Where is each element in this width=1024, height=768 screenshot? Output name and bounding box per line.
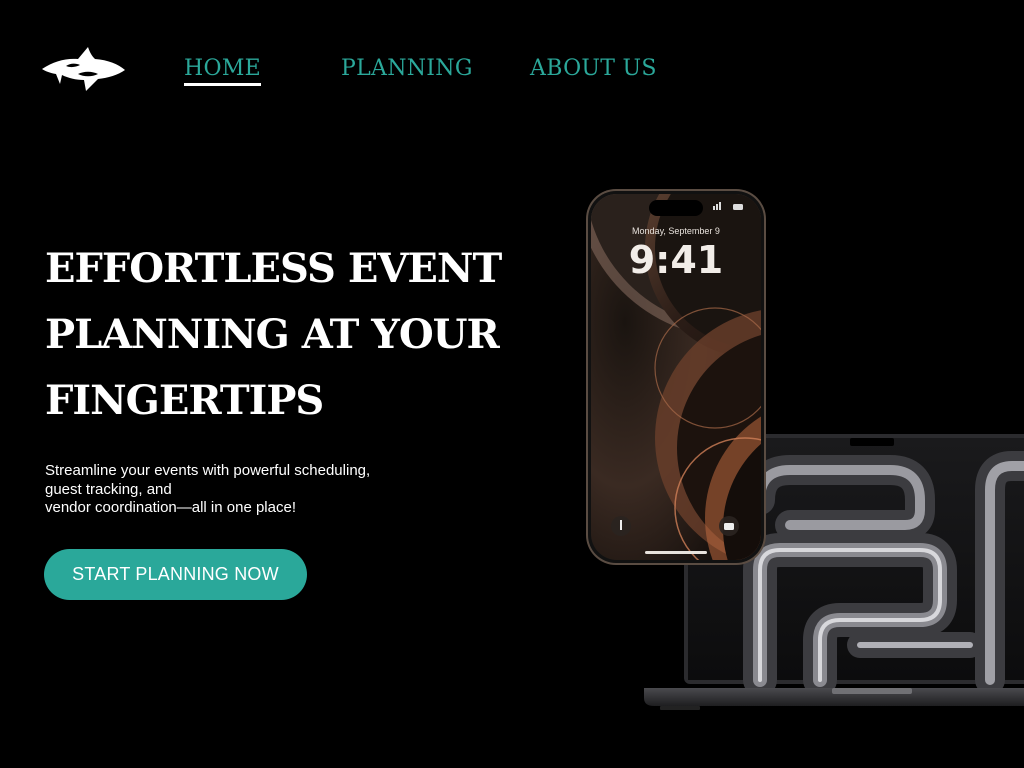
nav-home-link[interactable]: HOME (184, 55, 262, 86)
hero-subtext-line: Streamline your events with powerful sch… (45, 462, 371, 479)
hero-subtext-line: vendor coordination—all in one place! (45, 499, 296, 516)
start-planning-button[interactable]: START PLANNING NOW (44, 549, 307, 600)
phone-lock-time: 9:41 (628, 238, 724, 282)
shark-logo-icon[interactable] (40, 44, 126, 94)
hero-subtext-line: guest tracking, and (45, 480, 172, 498)
hero-headline: EFFORTLESS EVENT PLANNING AT YOUR FINGER… (45, 245, 502, 424)
nav-planning-link[interactable]: PLANNING (341, 55, 473, 83)
hero-subtext: Streamline your events with powerful sch… (45, 462, 425, 518)
phone-lock-date: Monday, September 9 (632, 226, 720, 236)
nav-about-us-link[interactable]: ABOUT US (530, 55, 657, 83)
